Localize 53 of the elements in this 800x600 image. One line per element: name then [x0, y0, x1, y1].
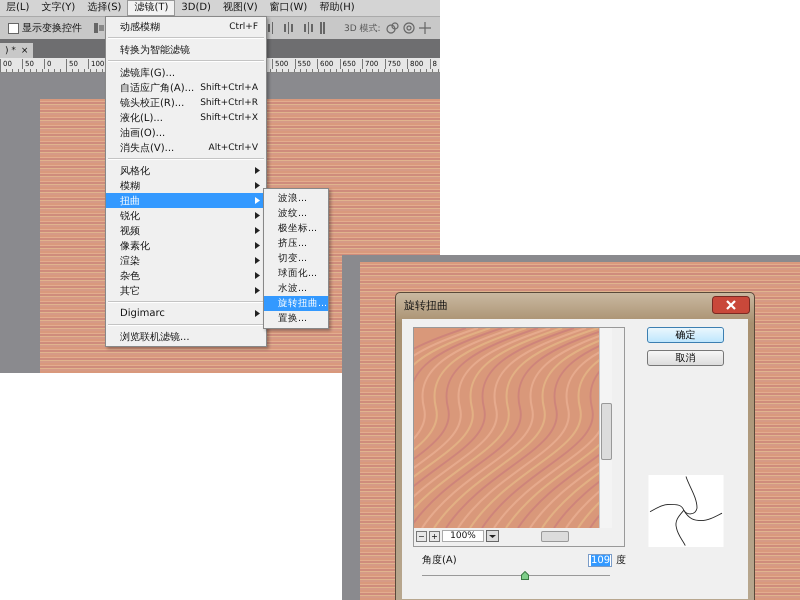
menu-item[interactable]: 液化(L)... Shift+Ctrl+X	[106, 110, 266, 125]
checkbox-label: 显示变换控件	[22, 22, 82, 35]
menu-item[interactable]: 消失点(V)... Alt+Ctrl+V	[106, 140, 266, 155]
slider-thumb[interactable]	[521, 571, 530, 580]
menu-item[interactable]: 滤镜库(G)...	[106, 65, 266, 80]
zoom-field[interactable]: 100%	[442, 530, 484, 542]
menu-item[interactable]: 水波...	[264, 281, 328, 296]
menu-item[interactable]: 置换...	[264, 311, 328, 326]
menu-bar-item[interactable]: 视图(V)	[216, 0, 264, 16]
menu-bar-item[interactable]: 滤镜(T)	[127, 0, 176, 16]
menu-item[interactable]: 像素化	[106, 238, 266, 253]
menu-item[interactable]: 极坐标...	[264, 221, 328, 236]
menu-bar-item[interactable]: 3D(D)	[175, 0, 217, 16]
menu-item[interactable]: 其它	[106, 283, 266, 298]
menu-bar-item[interactable]: 帮助(H)	[313, 0, 361, 16]
menu-item[interactable]: 模糊	[106, 178, 266, 193]
vertical-scrollbar[interactable]	[599, 328, 612, 528]
menu-item[interactable]: 球面化...	[264, 266, 328, 281]
menu-item[interactable]: 波纹...	[264, 206, 328, 221]
cancel-button[interactable]: 取消	[646, 350, 724, 366]
zoom-out-button[interactable]: −	[416, 530, 427, 542]
unit-label: 度	[616, 554, 626, 567]
menu-item[interactable]: 视频	[106, 223, 266, 238]
menu-item[interactable]: 杂色	[106, 268, 266, 283]
menu-bar-item[interactable]: 窗口(W)	[264, 0, 314, 16]
angle-label: 角度(A)	[422, 554, 458, 567]
menu-item[interactable]: 镜头校正(R)... Shift+Ctrl+R	[106, 95, 266, 110]
menu-item[interactable]: 转换为智能滤镜	[106, 42, 266, 57]
menu-item[interactable]: 油画(O)...	[106, 125, 266, 140]
menu-item[interactable]: 挤压...	[264, 236, 328, 251]
menu-item[interactable]: 锐化	[106, 208, 266, 223]
menu-item[interactable]: 浏览联机滤镜...	[106, 329, 266, 344]
dialog-title: 旋转扭曲	[404, 298, 448, 312]
3d-tool-icons[interactable]	[384, 21, 431, 35]
menu-item[interactable]: 自适应广角(A)... Shift+Ctrl+A	[106, 80, 266, 95]
menu-item[interactable]: Digimarc	[106, 306, 266, 321]
menu-item[interactable]: 动感模糊 Ctrl+F	[106, 19, 266, 34]
align-icon[interactable]	[92, 21, 106, 35]
zoom-in-button[interactable]: +	[429, 530, 440, 542]
menu-item[interactable]: 风格化	[106, 163, 266, 178]
menu-item[interactable]: 渲染	[106, 253, 266, 268]
menu-bar-item[interactable]: 选择(S)	[81, 0, 128, 16]
close-button[interactable]	[712, 296, 750, 314]
mode-label: 3D 模式:	[344, 22, 381, 34]
checkbox[interactable]	[8, 22, 19, 34]
menu-bar-item[interactable]: 层(L)	[0, 0, 36, 16]
dropdown-button[interactable]	[486, 530, 499, 542]
ok-button[interactable]: 确定	[646, 327, 724, 343]
menu-item[interactable]: 波浪...	[264, 191, 328, 206]
menu-item[interactable]: 切变...	[264, 251, 328, 266]
distribute-icons[interactable]	[266, 21, 326, 35]
menu-bar-item[interactable]: 文字(Y)	[35, 0, 82, 16]
document-tab[interactable]: ) * ×	[0, 43, 34, 58]
